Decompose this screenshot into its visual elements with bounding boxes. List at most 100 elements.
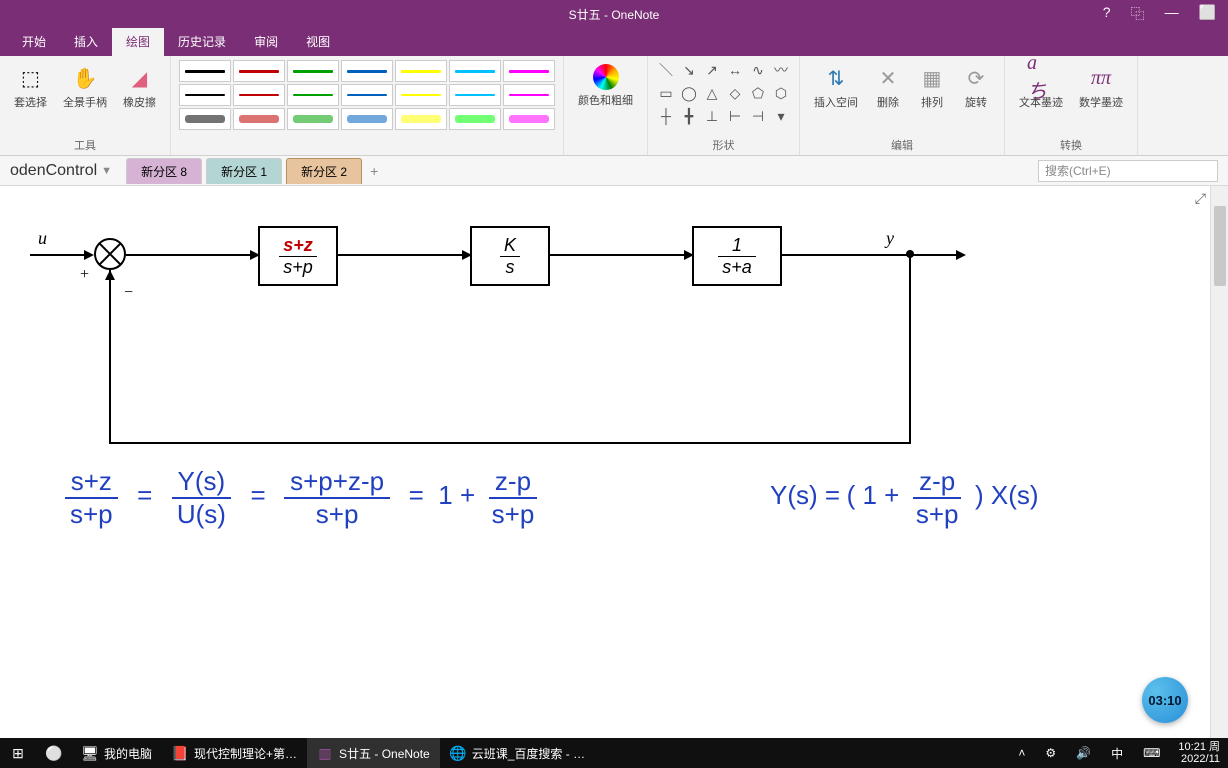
- section-tab-2[interactable]: 新分区 2: [286, 158, 362, 184]
- shape-tri[interactable]: △: [702, 83, 722, 103]
- color-width-button[interactable]: 颜色和粗细: [572, 60, 639, 112]
- taskbar: ⊞ ⚪ 🖥我的电脑 📕现代控制理论+第… ▥S廿五 - OneNote 🌐云班课…: [0, 738, 1228, 768]
- tab-view[interactable]: 视图: [292, 27, 344, 56]
- taskbar-onenote[interactable]: ▥S廿五 - OneNote: [307, 738, 440, 768]
- shape-arrow[interactable]: ↘: [679, 60, 699, 80]
- shape-more[interactable]: ▾: [771, 106, 791, 126]
- ink-to-text-button[interactable]: aち 文本墨迹: [1013, 60, 1069, 114]
- pen-swatch[interactable]: [179, 60, 231, 82]
- shape-diamond[interactable]: ◇: [725, 83, 745, 103]
- pen-swatch[interactable]: [287, 84, 339, 106]
- pen-swatch[interactable]: [503, 60, 555, 82]
- pen-swatch[interactable]: [179, 84, 231, 106]
- tab-history[interactable]: 历史记录: [164, 27, 240, 56]
- maximize-button[interactable]: ⬜: [1199, 4, 1216, 24]
- arrange-icon: ▦: [918, 64, 946, 92]
- section-tabs-row: odenControl ▼ 新分区 8 新分区 1 新分区 2 + 搜索(Ctr…: [0, 156, 1228, 186]
- page-canvas[interactable]: ⤢ u + − s+z s+p K s: [0, 186, 1210, 738]
- shape-axes3[interactable]: ⊥: [702, 106, 722, 126]
- eraser-icon: ◢: [126, 64, 154, 92]
- section-tab-1[interactable]: 新分区 1: [206, 158, 282, 184]
- pen-swatch[interactable]: [341, 84, 393, 106]
- expand-icon[interactable]: ⤢: [1195, 190, 1206, 207]
- pen-swatch[interactable]: [341, 60, 393, 82]
- search-input[interactable]: 搜索(Ctrl+E): [1038, 160, 1218, 182]
- help-button[interactable]: ?: [1103, 4, 1111, 24]
- tab-home[interactable]: 开始: [8, 27, 60, 56]
- add-section-button[interactable]: +: [370, 163, 378, 179]
- tray-ime[interactable]: 中: [1101, 738, 1133, 768]
- taskbar-clock[interactable]: 10:21 周 2022/11: [1170, 741, 1228, 765]
- taskbar-pdf[interactable]: 📕现代控制理论+第…: [162, 738, 307, 768]
- shape-line[interactable]: ＼: [656, 60, 676, 80]
- shape-rect[interactable]: ▭: [656, 83, 676, 103]
- chevron-down-icon: ▼: [101, 165, 112, 177]
- ink-math-icon: ππ: [1087, 64, 1115, 92]
- output-label: y: [886, 228, 894, 249]
- title-bar: S廿五 - OneNote ? ⿻ — ⬜: [0, 0, 1228, 28]
- tab-draw[interactable]: 绘图: [112, 27, 164, 56]
- transfer-block-1: s+z s+p: [258, 226, 338, 286]
- shape-axes5[interactable]: ⊣: [748, 106, 768, 126]
- panning-hand-button[interactable]: ✋ 全景手柄: [57, 60, 113, 114]
- taskbar-chrome[interactable]: 🌐云班课_百度搜索 - …: [440, 738, 595, 768]
- search-button[interactable]: ⚪: [36, 738, 72, 768]
- rotate-button[interactable]: ⟳ 旋转: [956, 60, 996, 114]
- arrange-button[interactable]: ▦ 排列: [912, 60, 952, 114]
- shape-curve[interactable]: ∿: [748, 60, 768, 80]
- tab-review[interactable]: 审阅: [240, 27, 292, 56]
- ink-to-math-button[interactable]: ππ 数学墨迹: [1073, 60, 1129, 114]
- delete-button[interactable]: ✕ 删除: [868, 60, 908, 114]
- pen-swatch[interactable]: [179, 108, 231, 130]
- pen-swatch[interactable]: [395, 60, 447, 82]
- pen-swatch[interactable]: [233, 108, 285, 130]
- pen-swatch[interactable]: [233, 84, 285, 106]
- section-tab-0[interactable]: 新分区 8: [126, 158, 202, 184]
- taskbar-mycomputer[interactable]: 🖥我的电脑: [72, 738, 162, 768]
- pdf-icon: 📕: [172, 745, 188, 761]
- pen-swatch[interactable]: [503, 84, 555, 106]
- ribbon-group-shapes: ＼ ↘ ↗ ↔ ∿ 〰 ▭ ◯ △ ◇ ⬠ ⬡ ┼ ╋ ⊥ ⊢ ⊣ ▾ 形状: [648, 56, 800, 155]
- pen-swatch[interactable]: [503, 108, 555, 130]
- shape-darrow[interactable]: ↔: [725, 60, 745, 80]
- tab-insert[interactable]: 插入: [60, 27, 112, 56]
- tray-keyboard[interactable]: ⌨: [1133, 738, 1170, 768]
- shape-axes[interactable]: ┼: [656, 106, 676, 126]
- pen-swatch[interactable]: [449, 60, 501, 82]
- shape-axes4[interactable]: ⊢: [725, 106, 745, 126]
- shape-pent[interactable]: ⬠: [748, 83, 768, 103]
- pen-swatch[interactable]: [449, 84, 501, 106]
- ribbon: ⬚ 套选择 ✋ 全景手柄 ◢ 橡皮擦 工具 颜色和粗细 ＼ ↘: [0, 56, 1228, 156]
- pen-swatch[interactable]: [287, 108, 339, 130]
- shape-hex[interactable]: ⬡: [771, 83, 791, 103]
- handwriting-eq1: s+zs+p = Y(s)U(s) = s+p+z-ps+p = 1 + z-p…: [60, 466, 544, 530]
- tray-overflow[interactable]: ˄: [1008, 738, 1035, 768]
- shape-arrow2[interactable]: ↗: [702, 60, 722, 80]
- tray-icon-1[interactable]: ⚙: [1035, 738, 1066, 768]
- scrollbar-thumb[interactable]: [1214, 206, 1226, 286]
- pen-swatch[interactable]: [449, 108, 501, 130]
- lasso-icon: ⬚: [17, 64, 45, 92]
- pen-swatch[interactable]: [395, 84, 447, 106]
- shape-axes2[interactable]: ╋: [679, 106, 699, 126]
- eraser-button[interactable]: ◢ 橡皮擦: [117, 60, 162, 114]
- ribbon-group-tools: ⬚ 套选择 ✋ 全景手柄 ◢ 橡皮擦 工具: [0, 56, 171, 155]
- chrome-icon: 🌐: [450, 745, 466, 761]
- shape-ellipse[interactable]: ◯: [679, 83, 699, 103]
- ribbon-toggle-button[interactable]: ⿻: [1131, 4, 1145, 24]
- start-button[interactable]: ⊞: [0, 738, 36, 768]
- insert-space-button[interactable]: ⇅ 插入空间: [808, 60, 864, 114]
- timer-badge[interactable]: 03:10: [1142, 677, 1188, 723]
- pen-swatch[interactable]: [395, 108, 447, 130]
- lasso-select-button[interactable]: ⬚ 套选择: [8, 60, 53, 114]
- vertical-scrollbar[interactable]: [1210, 186, 1228, 738]
- minimize-button[interactable]: —: [1165, 4, 1179, 24]
- pen-swatch[interactable]: [233, 60, 285, 82]
- tray-volume[interactable]: 🔊: [1066, 738, 1101, 768]
- pen-swatch[interactable]: [341, 108, 393, 130]
- pen-gallery: [179, 60, 555, 130]
- shape-free[interactable]: 〰: [771, 60, 791, 80]
- notebook-name[interactable]: odenControl ▼: [0, 162, 122, 180]
- pen-swatch[interactable]: [287, 60, 339, 82]
- window-title: S廿五 - OneNote: [569, 6, 660, 23]
